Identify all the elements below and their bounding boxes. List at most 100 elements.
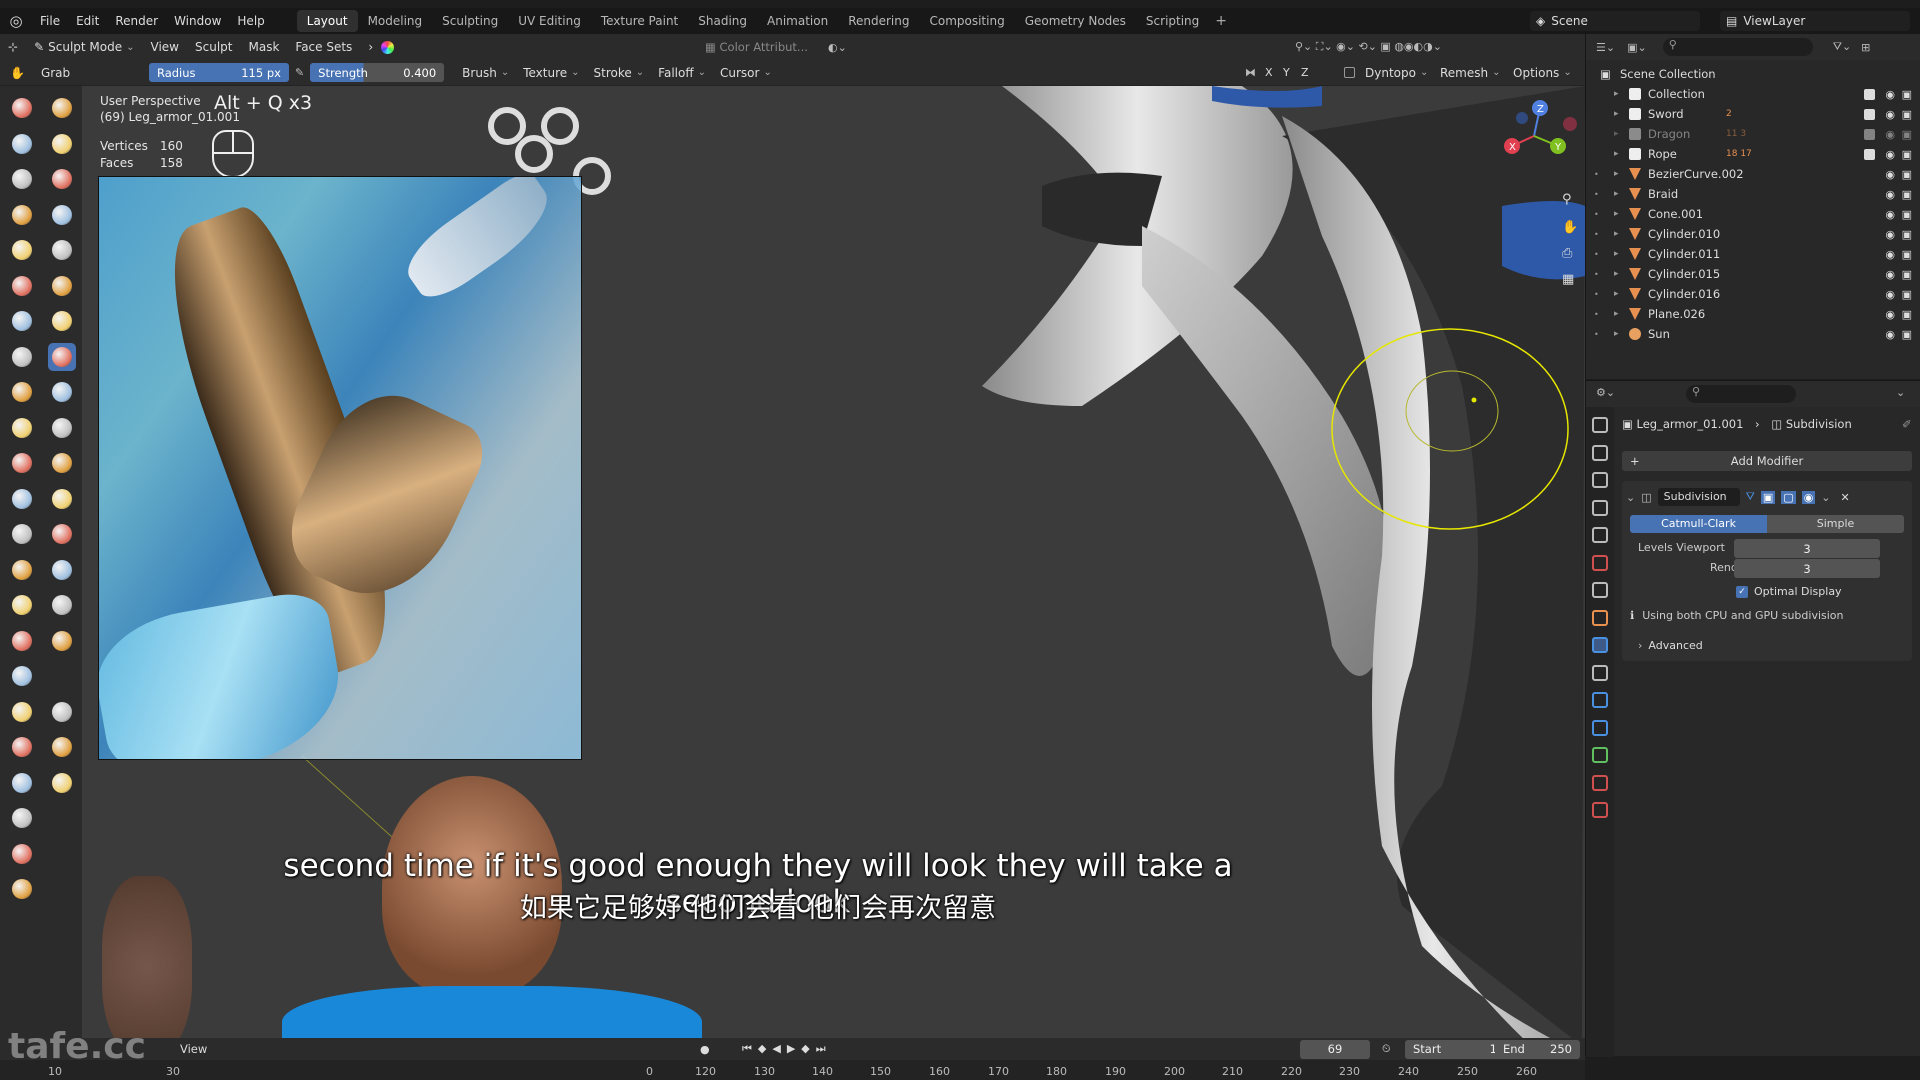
texture-menu[interactable]: Texture xyxy=(523,66,579,80)
tool-blob-button[interactable] xyxy=(48,201,76,229)
render-tab-icon[interactable] xyxy=(1592,444,1608,461)
outliner-item[interactable]: ▸ Rope 18 17 ◉ ▣ xyxy=(1586,144,1920,164)
tool-cloth-filter-button[interactable] xyxy=(8,733,36,761)
tool-elastic-deform-button[interactable] xyxy=(8,378,36,406)
tool-thumb-button[interactable] xyxy=(8,414,36,442)
pen-pressure-icon[interactable]: ✎ xyxy=(295,66,304,79)
dyntopo-menu[interactable]: Dyntopo xyxy=(1365,66,1428,80)
tool-draw-face-sets-button[interactable] xyxy=(48,556,76,584)
axis-gizmo[interactable]: Z X Y xyxy=(1492,96,1582,176)
expand-arrow-icon[interactable]: ▸ xyxy=(1614,169,1619,179)
outliner-item[interactable]: ▸ Cylinder.011 • ◉ ▣ xyxy=(1586,244,1920,264)
color-picker-icon[interactable] xyxy=(381,40,395,54)
catmull-clark-button[interactable]: Catmull-Clark xyxy=(1630,515,1767,533)
simple-button[interactable]: Simple xyxy=(1767,515,1904,533)
outliner-root[interactable]: ▣ Scene Collection xyxy=(1586,64,1920,84)
tool-clay-thumb-button[interactable] xyxy=(8,165,36,193)
outliner-item[interactable]: ▸ Plane.026 • ◉ ▣ xyxy=(1586,304,1920,324)
menu-mask[interactable]: Mask xyxy=(240,40,287,54)
chevron-right-icon[interactable]: › xyxy=(360,40,381,54)
modifier-name-field[interactable]: Subdivision xyxy=(1657,488,1740,506)
data-tab-icon[interactable] xyxy=(1592,747,1608,763)
symmetry-z[interactable]: Z xyxy=(1301,66,1309,79)
remesh-menu[interactable]: Remesh xyxy=(1440,66,1501,80)
menu-sculpt[interactable]: Sculpt xyxy=(187,40,240,54)
optimal-display-checkbox[interactable]: ✓ xyxy=(1736,585,1748,598)
tool-boundary-button[interactable] xyxy=(48,485,76,513)
render-camera-icon[interactable]: ▣ xyxy=(1902,128,1912,141)
exclude-checkbox[interactable] xyxy=(1864,88,1875,100)
radius-field[interactable]: Radius 115 px xyxy=(148,63,289,82)
tool-inflate-button[interactable] xyxy=(8,201,36,229)
tool-mask-by-color-button[interactable] xyxy=(48,769,76,797)
tool-scrape-button[interactable] xyxy=(8,307,36,335)
texture-tab-icon[interactable] xyxy=(1592,802,1608,818)
visibility-eye-icon[interactable]: ◉ xyxy=(1885,248,1895,261)
visibility-eye-icon[interactable]: ◉ xyxy=(1885,108,1895,121)
editor-type-icon[interactable]: ⊹ xyxy=(0,40,26,54)
tool-lasso-mask-button[interactable] xyxy=(48,591,76,619)
constraints-tab-icon[interactable] xyxy=(1592,719,1608,736)
outliner-item[interactable]: ▸ Sword 2 ◉ ▣ xyxy=(1586,104,1920,124)
physics-tab-icon[interactable] xyxy=(1592,692,1608,708)
tool-pinch-button[interactable] xyxy=(8,343,36,371)
outliner-item[interactable]: ▸ Sun • ◉ ▣ xyxy=(1586,324,1920,344)
tool-cloth-button[interactable] xyxy=(8,520,36,548)
tool-box-face-set-button[interactable] xyxy=(8,627,36,655)
workspace-tab-compositing[interactable]: Compositing xyxy=(919,10,1014,32)
menu-render[interactable]: Render xyxy=(107,14,166,28)
expand-arrow-icon[interactable]: ▸ xyxy=(1614,229,1619,239)
navigation-gizmo[interactable]: Z X Y ⚲ ✋ ⎙ ▦ xyxy=(1492,96,1582,287)
tool-fill-button[interactable] xyxy=(48,272,76,300)
expand-arrow-icon[interactable]: ▸ xyxy=(1614,289,1619,299)
tool-tab-icon[interactable] xyxy=(1592,417,1608,433)
workspace-tab-texture-paint[interactable]: Texture Paint xyxy=(591,10,688,32)
visibility-eye-icon[interactable]: ◉ xyxy=(1885,88,1895,101)
outliner-item[interactable]: ▸ Cylinder.015 • ◉ ▣ xyxy=(1586,264,1920,284)
record-icon[interactable]: ● xyxy=(700,1043,710,1056)
viewport-toggle-icon[interactable]: ▢ xyxy=(1781,490,1796,504)
tool-mask-button[interactable] xyxy=(8,556,36,584)
scene-tab-icon[interactable] xyxy=(1592,527,1608,543)
visibility-eye-icon[interactable]: ◉ xyxy=(1885,188,1895,201)
visibility-eye-icon[interactable]: ◉ xyxy=(1885,328,1895,341)
shading-icon[interactable]: ◐⌄ xyxy=(828,41,847,54)
optimal-display-row[interactable]: ✓ Optimal Display xyxy=(1736,585,1842,598)
blender-logo-icon[interactable]: ◎ xyxy=(6,11,26,31)
on-cage-toggle-icon[interactable]: ▣ xyxy=(1760,490,1776,504)
exclude-checkbox[interactable] xyxy=(1864,128,1875,140)
render-camera-icon[interactable]: ▣ xyxy=(1902,248,1912,261)
expand-arrow-icon[interactable]: ▸ xyxy=(1614,269,1619,279)
tool-slide-relax-button[interactable] xyxy=(8,485,36,513)
workspace-tab-uv-editing[interactable]: UV Editing xyxy=(508,10,591,32)
edit-mode-toggle-icon[interactable]: ⛛ xyxy=(1746,490,1755,504)
add-modifier-button[interactable]: + Add Modifier xyxy=(1622,451,1912,471)
tool-clay-button[interactable] xyxy=(8,130,36,158)
dyntopo-checkbox[interactable] xyxy=(1344,67,1355,78)
workspace-tab-rendering[interactable]: Rendering xyxy=(838,10,919,32)
render-camera-icon[interactable]: ▣ xyxy=(1902,288,1912,301)
render-camera-icon[interactable]: ▣ xyxy=(1902,188,1912,201)
workspace-tab-shading[interactable]: Shading xyxy=(688,10,757,32)
tool-multiplane-scrape-button[interactable] xyxy=(48,307,76,335)
pin-icon[interactable]: ✐ xyxy=(1902,417,1912,431)
menu-view[interactable]: View xyxy=(143,40,187,54)
modifier-tab-icon[interactable] xyxy=(1592,637,1608,653)
render-toggle-icon[interactable]: ◉ xyxy=(1801,490,1816,504)
falloff-menu[interactable]: Falloff xyxy=(658,66,706,80)
outliner-search-input[interactable]: ⚲ xyxy=(1662,38,1813,56)
strength-field[interactable]: Strength 0.400 xyxy=(310,63,445,82)
visibility-eye-icon[interactable]: ◉ xyxy=(1885,208,1895,221)
render-camera-icon[interactable]: ▣ xyxy=(1902,308,1912,321)
render-camera-icon[interactable]: ▣ xyxy=(1902,148,1912,161)
tool-line-project-button[interactable] xyxy=(8,698,36,726)
tool-simplify-button[interactable] xyxy=(48,520,76,548)
zoom-icon[interactable]: ⚲ xyxy=(1562,192,1572,207)
material-tab-icon[interactable] xyxy=(1592,774,1608,791)
filter-icon[interactable]: ⛛⌄ xyxy=(1833,40,1851,54)
tool-grab-button[interactable] xyxy=(48,342,76,371)
render-camera-icon[interactable]: ▣ xyxy=(1902,328,1912,341)
scene-selector[interactable]: ◈ Scene xyxy=(1530,11,1700,31)
camera-icon[interactable]: ⎙ xyxy=(1562,246,1572,261)
collapse-chevron-icon[interactable]: ⌄ xyxy=(1626,491,1635,504)
